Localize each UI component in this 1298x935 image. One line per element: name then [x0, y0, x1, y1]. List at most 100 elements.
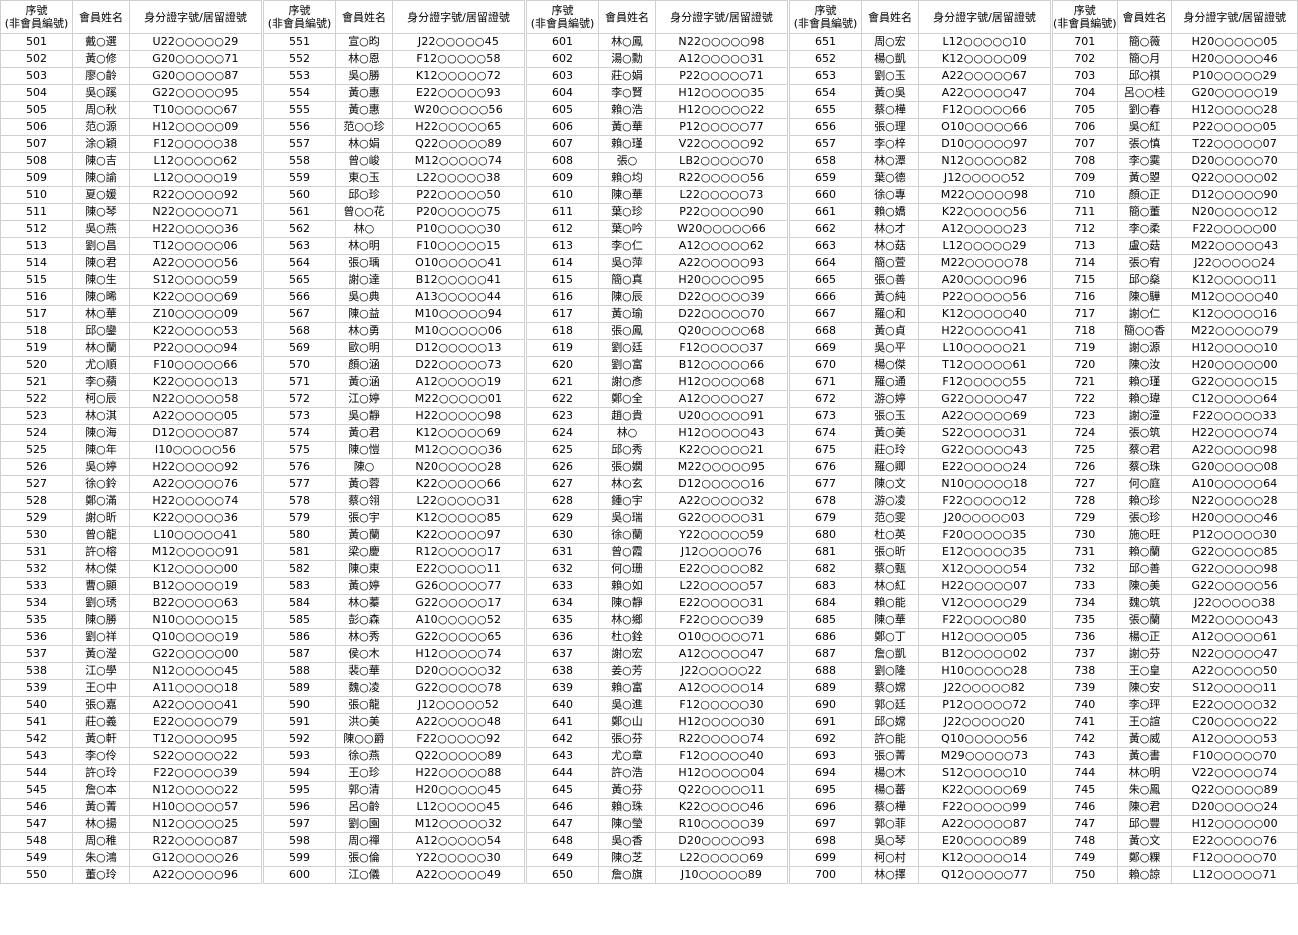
row-name: 顏○正 [1116, 186, 1173, 204]
table-row: 501 戴○選 U22○○○○○29 [0, 33, 262, 51]
row-id: A22○○○○○98 [1171, 441, 1298, 459]
row-name: 黃○華 [598, 118, 656, 136]
row-name: 吳○燕 [72, 220, 130, 238]
row-seq: 561 [263, 203, 336, 221]
row-name: 李○梓 [861, 135, 919, 153]
table-row: 507 涂○穎 F12○○○○○38 [0, 135, 262, 153]
row-seq: 540 [0, 696, 73, 714]
row-name: 吳○香 [598, 832, 656, 850]
row-id: P12○○○○○77 [655, 118, 788, 136]
row-id: L22○○○○○31 [392, 492, 525, 510]
row-name: 葉○珍 [598, 203, 656, 221]
table-row: 586 林○秀 G22○○○○○65 [263, 628, 525, 646]
table-row: 692 許○能 Q10○○○○○56 [789, 730, 1051, 748]
row-id: A22○○○○○69 [918, 407, 1051, 425]
row-id: A12○○○○○54 [392, 832, 525, 850]
row-name: 張○嘉 [72, 696, 130, 714]
row-seq: 724 [1052, 424, 1118, 442]
row-id: T12○○○○○61 [918, 356, 1051, 374]
row-name: 吳○萍 [598, 254, 656, 272]
row-name: 施○旺 [1116, 526, 1173, 544]
row-seq: 706 [1052, 118, 1118, 136]
row-seq: 612 [526, 220, 599, 238]
table-row: 733 陳○美 G22○○○○○56 [1052, 577, 1298, 595]
row-seq: 676 [789, 458, 862, 476]
table-row: 622 鄭○全 A12○○○○○27 [526, 390, 788, 408]
table-row: 549 朱○鴻 G12○○○○○26 [0, 849, 262, 867]
row-name: 陳○芝 [598, 849, 656, 867]
header-name: 會員姓名 [72, 0, 130, 34]
row-name: 羅○卿 [861, 458, 919, 476]
row-id: M12○○○○○32 [392, 815, 525, 833]
row-name: 劉○富 [598, 356, 656, 374]
row-id: A22○○○○○48 [392, 713, 525, 731]
row-name: 黃○蓉 [335, 475, 393, 493]
row-id: D20○○○○○24 [1171, 798, 1298, 816]
row-seq: 729 [1052, 509, 1118, 527]
table-row: 659 葉○德 J12○○○○○52 [789, 169, 1051, 187]
row-seq: 576 [263, 458, 336, 476]
table-row: 593 徐○燕 Q22○○○○○89 [263, 747, 525, 765]
row-seq: 542 [0, 730, 73, 748]
row-name: 張○玉 [861, 407, 919, 425]
row-seq: 734 [1052, 594, 1118, 612]
table-row: 637 謝○宏 A12○○○○○47 [526, 645, 788, 663]
table-row: 670 楊○傑 T12○○○○○61 [789, 356, 1051, 374]
row-id: O10○○○○○41 [392, 254, 525, 272]
row-id: J10○○○○○89 [655, 866, 788, 884]
table-row: 711 簡○董 N20○○○○○12 [1052, 203, 1298, 221]
table-row: 609 賴○均 R22○○○○○56 [526, 169, 788, 187]
row-name: 陳○生 [72, 271, 130, 289]
row-name: 葉○德 [861, 169, 919, 187]
row-name: 黃○婷 [335, 577, 393, 595]
table-row: 615 簡○真 H20○○○○○95 [526, 271, 788, 289]
row-id: K12○○○○○85 [392, 509, 525, 527]
row-id: D10○○○○○97 [918, 135, 1051, 153]
row-id: E22○○○○○24 [918, 458, 1051, 476]
row-name: 陳○安 [1116, 679, 1173, 697]
row-id: E22○○○○○31 [655, 594, 788, 612]
row-seq: 746 [1052, 798, 1118, 816]
table-row: 600 江○儀 A22○○○○○49 [263, 866, 525, 884]
table-row: 565 謝○達 B12○○○○○41 [263, 271, 525, 289]
member-table-block: 序號 (非會員編號) 會員姓名 身分證字號/居留證號 501 戴○選 U22○○○○○29… [0, 0, 262, 884]
row-id: J22○○○○○24 [1171, 254, 1298, 272]
row-id: M22○○○○○43 [1171, 237, 1298, 255]
row-name: 湯○勳 [598, 50, 656, 68]
row-id: P12○○○○○30 [1171, 526, 1298, 544]
row-name: 陳○華 [598, 186, 656, 204]
row-seq: 733 [1052, 577, 1118, 595]
table-row: 503 廖○齡 G20○○○○○87 [0, 67, 262, 85]
row-id: G20○○○○○08 [1171, 458, 1298, 476]
row-id: Q22○○○○○11 [655, 781, 788, 799]
row-id: K22○○○○○69 [129, 288, 262, 306]
table-row: 533 曹○顯 B12○○○○○19 [0, 577, 262, 595]
row-id: K22○○○○○69 [918, 781, 1051, 799]
row-id: A12○○○○○47 [655, 645, 788, 663]
table-row: 720 陳○汝 H20○○○○○00 [1052, 356, 1298, 374]
row-id: G26○○○○○77 [392, 577, 525, 595]
row-id: G22○○○○○95 [129, 84, 262, 102]
row-name: 游○凌 [861, 492, 919, 510]
member-table-block: 序號 (非會員編號) 會員姓名 身分證字號/居留證號 701 簡○薇 H20○○○○○05… [1052, 0, 1298, 884]
table-row: 691 邱○嫦 J22○○○○○20 [789, 713, 1051, 731]
row-name: 林○ [335, 220, 393, 238]
row-name: 吳○紅 [1116, 118, 1173, 136]
row-id: G22○○○○○31 [655, 509, 788, 527]
row-name: 賴○珠 [598, 798, 656, 816]
table-row: 574 黃○君 K12○○○○○69 [263, 424, 525, 442]
row-seq: 557 [263, 135, 336, 153]
header-id: 身分證字號/居留證號 [392, 0, 525, 34]
row-seq: 545 [0, 781, 73, 799]
row-seq: 677 [789, 475, 862, 493]
row-id: A12○○○○○27 [655, 390, 788, 408]
row-id: K12○○○○○16 [1171, 305, 1298, 323]
row-name: 林○潭 [861, 152, 919, 170]
row-id: K22○○○○○97 [392, 526, 525, 544]
table-row: 562 林○ P10○○○○○30 [263, 220, 525, 238]
row-id: R12○○○○○17 [392, 543, 525, 561]
row-id: O10○○○○○66 [918, 118, 1051, 136]
row-seq: 700 [789, 866, 862, 884]
row-seq: 550 [0, 866, 73, 884]
table-row: 728 賴○珍 N22○○○○○28 [1052, 492, 1298, 510]
